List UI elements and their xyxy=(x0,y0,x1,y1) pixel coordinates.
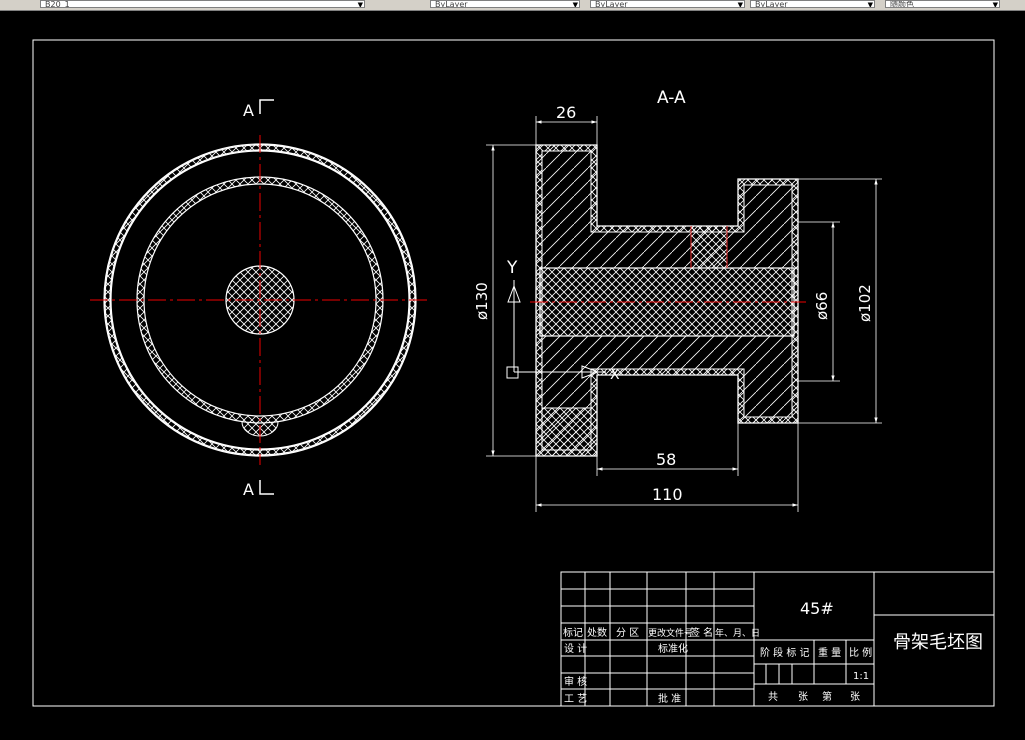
svg-text:阶 段 标 记: 阶 段 标 记 xyxy=(760,646,810,659)
front-view xyxy=(90,135,430,465)
svg-text:ø130: ø130 xyxy=(473,282,491,320)
svg-text:A: A xyxy=(243,480,254,499)
svg-text:更改文件号: 更改文件号 xyxy=(648,627,693,639)
color-combo[interactable]: ByLayer ▼ xyxy=(430,0,580,8)
section-label: A-A xyxy=(657,88,686,108)
svg-text:比 例: 比 例 xyxy=(849,646,872,659)
svg-text:第: 第 xyxy=(822,690,832,703)
svg-text:年、月、日: 年、月、日 xyxy=(715,627,760,639)
chevron-down-icon: ▼ xyxy=(867,1,873,8)
lineweight-combo-value: ByLayer xyxy=(755,0,788,8)
toolbar: B20_1 ▼ ByLayer ▼ ByLayer ▼ ByLayer ▼ 随颜… xyxy=(0,0,1025,11)
svg-text:X: X xyxy=(610,367,620,383)
chevron-down-icon: ▼ xyxy=(357,1,363,8)
svg-text:张: 张 xyxy=(798,691,808,703)
svg-text:批 准: 批 准 xyxy=(658,692,681,705)
svg-text:处数: 处数 xyxy=(587,626,607,639)
dim-130: ø130 xyxy=(473,144,536,457)
svg-text:ø66: ø66 xyxy=(813,292,831,320)
plotstyle-combo-value: 随颜色 xyxy=(890,0,914,8)
color-combo-value: ByLayer xyxy=(435,0,468,8)
svg-text:共: 共 xyxy=(768,691,778,703)
svg-text:设 计: 设 计 xyxy=(564,642,587,655)
svg-text:签 名: 签 名 xyxy=(690,626,713,639)
svg-text:26: 26 xyxy=(556,103,576,122)
layer-combo-value: B20_1 xyxy=(45,0,70,8)
svg-text:分 区: 分 区 xyxy=(616,627,639,639)
material: 45# xyxy=(800,599,834,618)
dim-26: 26 xyxy=(535,103,598,145)
dim-102: ø102 xyxy=(798,178,882,424)
svg-text:A: A xyxy=(243,101,254,120)
cut-mark-top: A xyxy=(243,99,274,120)
dim-58: 58 xyxy=(596,423,739,476)
svg-text:重 量: 重 量 xyxy=(818,646,841,659)
svg-text:审 核: 审 核 xyxy=(564,675,587,688)
plotstyle-combo[interactable]: 随颜色 ▼ xyxy=(885,0,1000,8)
lineweight-combo[interactable]: ByLayer ▼ xyxy=(750,0,875,8)
svg-text:58: 58 xyxy=(656,450,676,469)
chevron-down-icon: ▼ xyxy=(572,1,578,8)
svg-text:标记: 标记 xyxy=(563,627,583,639)
svg-text:标准化: 标准化 xyxy=(658,642,688,655)
scale-value: 1:1 xyxy=(853,671,869,682)
drawing-border xyxy=(32,39,995,707)
svg-text:工 艺: 工 艺 xyxy=(564,693,587,705)
chevron-down-icon: ▼ xyxy=(992,1,998,8)
cut-mark-bottom: A xyxy=(243,480,274,499)
part-name: 骨架毛坯图 xyxy=(893,632,983,653)
chevron-down-icon: ▼ xyxy=(737,1,743,8)
svg-text:110: 110 xyxy=(652,485,683,504)
drawing-canvas[interactable]: A A A-A Y X 26 ø130 ø66 ø102 58 110 45# … xyxy=(0,11,1025,740)
svg-text:Y: Y xyxy=(506,258,518,278)
linetype-combo-value: ByLayer xyxy=(595,0,628,8)
svg-text:ø102: ø102 xyxy=(856,284,874,322)
linetype-combo[interactable]: ByLayer ▼ xyxy=(590,0,745,8)
svg-text:张: 张 xyxy=(850,691,860,703)
layer-combo[interactable]: B20_1 ▼ xyxy=(40,0,365,8)
section-view xyxy=(530,144,806,457)
